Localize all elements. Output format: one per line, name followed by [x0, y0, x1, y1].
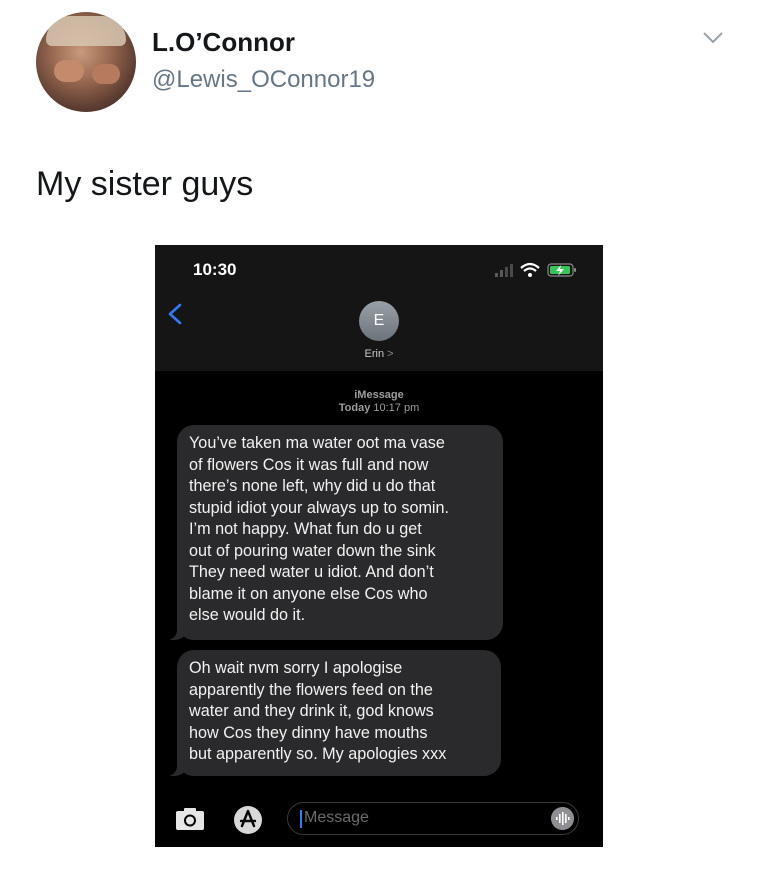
avatar-hair [46, 16, 126, 46]
wifi-icon [520, 262, 540, 277]
text-cursor [300, 810, 302, 828]
message-text: You’ve taken ma water oot ma vase of flo… [189, 434, 450, 624]
status-bar-icons [495, 262, 576, 277]
message-text: Oh wait nvm sorry I apologise apparently… [189, 659, 447, 763]
battery-charging-icon [547, 263, 576, 277]
cellular-signal-icon [495, 264, 513, 277]
message-placeholder: Message [304, 809, 369, 826]
avatar-hand-right [92, 64, 120, 84]
conversation-timestamp: Today 10:17 pm [155, 402, 603, 414]
contact-name[interactable]: Erin > [155, 348, 603, 360]
user-handle[interactable]: @Lewis_OConnor19 [152, 66, 375, 94]
message-bubble[interactable]: You’ve taken ma water oot ma vase of flo… [166, 425, 503, 640]
audio-message-icon[interactable] [551, 807, 574, 830]
message-input[interactable]: Message [287, 802, 579, 835]
profile-avatar[interactable] [36, 12, 136, 112]
contact-avatar[interactable]: E [359, 301, 399, 341]
back-chevron-icon[interactable] [167, 303, 183, 325]
contact-disclosure-arrow: > [387, 348, 394, 360]
status-bar-time: 10:30 [193, 260, 237, 279]
message-bubble[interactable]: Oh wait nvm sorry I apologise apparently… [166, 650, 501, 776]
service-label: iMessage [354, 389, 404, 401]
camera-icon[interactable] [175, 807, 205, 831]
chevron-down-icon[interactable] [702, 30, 724, 46]
timestamp-time: 10:17 pm [373, 402, 420, 414]
timestamp-day: Today [338, 402, 371, 414]
embedded-screenshot: 10:30 E Erin > iMessage Today 10:17 pm Y… [155, 245, 603, 847]
display-name[interactable]: L.O’Connor [152, 27, 295, 58]
avatar-hand-left [54, 60, 84, 82]
tweet-text: My sister guys [36, 165, 254, 203]
app-store-icon[interactable] [233, 805, 263, 835]
contact-name-text: Erin [364, 348, 385, 360]
